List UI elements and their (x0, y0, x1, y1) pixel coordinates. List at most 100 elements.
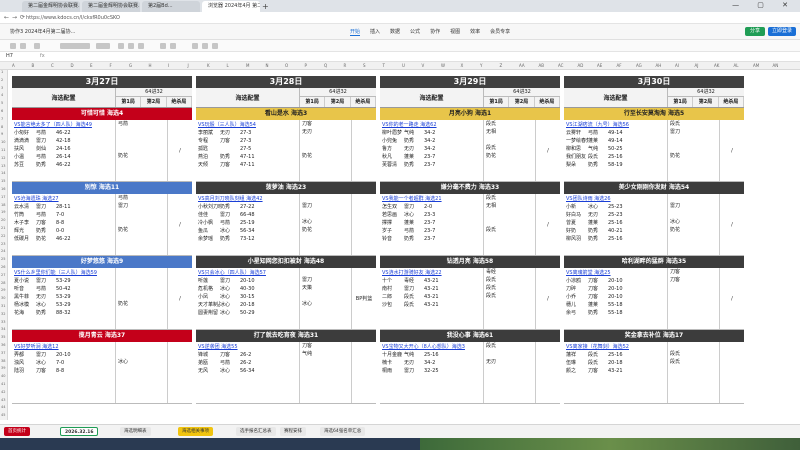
player-row[interactable]: 黑牛菲 无刃 53-29 (14, 293, 113, 301)
player-row[interactable]: 天倾 刀客 47-11 (198, 161, 297, 169)
assignment-cell[interactable] (300, 210, 351, 218)
row-header[interactable]: 16 (1, 187, 5, 191)
match-header[interactable]: 哈利湖畔的猛群 海选35 (564, 256, 744, 268)
assignment-cell[interactable] (668, 194, 719, 202)
player-row[interactable]: 冷小枫 弓箭 25-19 (198, 219, 297, 227)
row-header[interactable]: 45 (1, 413, 5, 417)
assignment-cell[interactable] (668, 210, 719, 218)
column-header[interactable]: AH (656, 63, 662, 68)
player-row[interactable]: 滴滴滴 雷刀 42-18 (14, 137, 113, 145)
cell-reference[interactable]: H7 (6, 53, 13, 59)
column-header[interactable]: AJ (695, 63, 699, 68)
opponent-link[interactable]: VS逆袭团 海选55 (198, 343, 297, 351)
player-row[interactable]: 柳叶眉梦 气纯 34-2 (382, 129, 481, 137)
row-header[interactable]: 31 (1, 304, 5, 308)
match-header[interactable]: 我没心事 海选61 (380, 330, 560, 342)
player-row[interactable]: 曾夏 蓬莱 25-16 (566, 219, 665, 227)
row-header[interactable]: 7 (1, 117, 3, 121)
match-block[interactable]: VS宝物又大开心（8人心想队）海选3 十月金鹿 气纯 25-16 楠卡 无刃 34-2 桐雨 雷… (380, 342, 560, 404)
decider-cell[interactable]: / (720, 120, 744, 181)
assignment-cell[interactable]: 奶花 (116, 226, 167, 234)
assignment-cell[interactable]: 奶花 (300, 226, 351, 234)
assignment-cell[interactable]: 毒经 (484, 268, 535, 276)
align-left-icon[interactable] (192, 43, 198, 49)
assignment-cell[interactable]: 奶花 (116, 152, 167, 160)
assignment-cell[interactable]: 奶花 (116, 300, 167, 308)
player-row[interactable]: 听音 弓箭 50-42 (14, 285, 113, 293)
menu-item-view[interactable]: 视图 (450, 28, 460, 36)
player-row[interactable]: 十月金鹿 气纯 25-16 (382, 351, 481, 359)
column-header[interactable]: AM (753, 63, 759, 68)
assignment-cell[interactable]: 奶花 (668, 152, 719, 160)
assignment-cell[interactable] (484, 136, 535, 144)
menu-item-start[interactable]: 开始 (350, 28, 361, 36)
player-row[interactable]: 听莲 雷刀 20-10 (198, 277, 297, 285)
sheet-tab[interactable]: 首页统计 (4, 427, 30, 436)
column-header[interactable]: A (12, 63, 15, 68)
browser-tab-4[interactable]: 浏览器 2024年4月 第二届... (202, 1, 260, 12)
bold-icon[interactable] (118, 43, 124, 49)
player-row[interactable]: 竹筒 弓箭 7-0 (14, 211, 113, 219)
decider-cell[interactable]: / (168, 120, 192, 181)
match-block[interactable]: VS只会冰心（四人队）海选57 听莲 雷刀 20-10 危机格 冰心 40-30 小凤 冰心 30… (196, 268, 376, 330)
column-header[interactable]: C (51, 63, 54, 68)
player-row[interactable]: 鱼瓜 冰心 56-34 (198, 227, 297, 235)
row-header[interactable]: 25 (1, 257, 5, 261)
row-header[interactable]: 33 (1, 320, 5, 324)
column-header[interactable]: G (129, 63, 132, 68)
row-header[interactable]: 8 (1, 125, 3, 129)
decider-cell[interactable]: / (536, 194, 560, 255)
player-row[interactable]: 小兜兔 奶秀 34-2 (382, 137, 481, 145)
menu-item-efficiency[interactable]: 效率 (470, 28, 480, 36)
column-header[interactable]: AL (734, 63, 739, 68)
row-header[interactable]: 40 (1, 374, 5, 378)
assignment-cell[interactable] (116, 292, 167, 300)
login-button[interactable]: 立即登录 (768, 27, 796, 36)
assignment-cell[interactable]: 雷刀 (300, 276, 351, 284)
column-header[interactable]: I (168, 63, 169, 68)
assignment-cell[interactable]: 段氏 (484, 194, 535, 202)
decider-cell[interactable]: / (168, 268, 192, 329)
match-header[interactable]: 奖金拿去补位 海选17 (564, 330, 744, 342)
assignment-cell[interactable]: 气纯 (300, 350, 351, 358)
row-header[interactable]: 14 (1, 171, 5, 175)
player-row[interactable]: 浊风 冰心 7-0 (14, 359, 113, 367)
assignment-cell[interactable] (116, 218, 167, 226)
column-header[interactable]: M (246, 63, 249, 68)
undo-icon[interactable] (10, 43, 16, 49)
match-header[interactable]: 可惜可惜 海选4 (12, 108, 192, 120)
assignment-cell[interactable]: 刀客 (668, 276, 719, 284)
column-header[interactable]: Q (324, 63, 327, 68)
player-row[interactable]: 伍琳 段氏 20-18 (566, 359, 665, 367)
player-row[interactable]: 楠卡 无刃 34-2 (382, 359, 481, 367)
match-block[interactable]: VS团队诗雨 海选26 小新 冰心 25-23 好白马 无刃 25-23 曾夏 蓬莱 25-16 好… (564, 194, 744, 256)
column-header[interactable]: AB (539, 63, 544, 68)
player-row[interactable]: 木子李 刀客 8-8 (14, 219, 113, 227)
assignment-cell[interactable] (300, 358, 351, 366)
nav-icons[interactable]: ←→⟳ (4, 14, 28, 21)
row-header[interactable]: 38 (1, 359, 5, 363)
row-header[interactable]: 37 (1, 351, 5, 355)
match-header[interactable]: 打了就去吃宵夜 海选31 (196, 330, 376, 342)
underline-icon[interactable] (138, 43, 144, 49)
assignment-cell[interactable] (668, 284, 719, 292)
assignment-cell[interactable]: 段氏 (484, 276, 535, 284)
opponent-link[interactable]: VS只会冰心（四人队）海选57 (198, 269, 297, 277)
assignment-cell[interactable]: 奶花 (484, 152, 535, 160)
column-header[interactable]: D (71, 63, 74, 68)
player-row[interactable]: 专程 刀客 27-3 (198, 137, 297, 145)
browser-tab-3[interactable]: 第2届Bd... (142, 1, 200, 12)
sheet-tab[interactable]: 海选相关事项 (178, 427, 213, 436)
assignment-cell[interactable]: 段氏 (484, 120, 535, 128)
player-row[interactable]: 花海 奶秀 88-32 (14, 309, 113, 317)
player-row[interactable]: 穗儿 蓬莱 55-18 (566, 301, 665, 309)
column-header[interactable]: J (188, 63, 189, 68)
player-row[interactable]: 小凤 冰心 30-15 (198, 293, 297, 301)
assignment-cell[interactable]: 无刃 (300, 128, 351, 136)
match-block[interactable]: VS玩骰（三人队）海选54 李丽斌 无刃 27-3 专程 刀客 27-3 孤匙 27-5 燕泊 奶秀… (196, 120, 376, 182)
assignment-cell[interactable]: 冰心 (668, 218, 719, 226)
column-header[interactable]: AF (617, 63, 622, 68)
assignment-cell[interactable] (300, 136, 351, 144)
player-row[interactable]: 秋凡 蓬莱 23-7 (382, 153, 481, 161)
merge-icon[interactable] (212, 43, 218, 49)
